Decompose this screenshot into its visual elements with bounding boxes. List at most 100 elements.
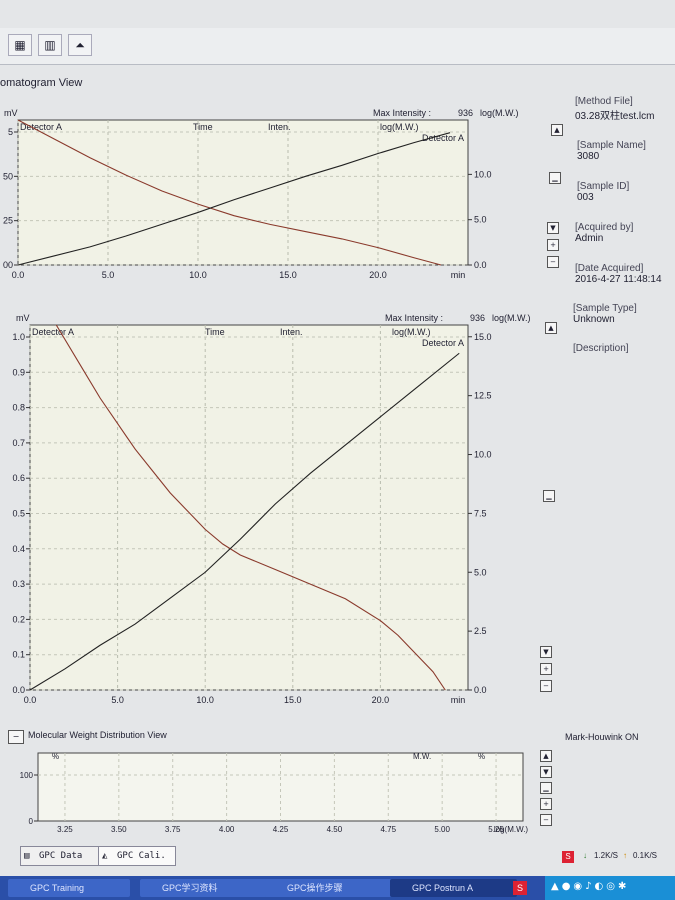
description-label: [Description] [573,343,629,354]
zoom-in-icon[interactable]: + [547,239,559,251]
scroll-bottom-icon[interactable]: ▁ [543,490,555,502]
upload-rate: 0.1K/S [633,851,658,860]
zoom-in-icon[interactable]: + [540,798,552,810]
x-tick-label: 0.0 [24,695,37,705]
zoom-in-icon[interactable]: + [540,663,552,675]
zoom-out-icon[interactable]: − [547,256,559,268]
tab-gpc-data[interactable]: ▤ GPC Data [20,846,110,866]
y-tick-label: 25 [3,216,13,226]
y-tick-label: 100 [20,771,34,780]
legend-inten: Inten. [280,327,303,337]
x-tick-label: 15.0 [279,270,297,280]
method-file-value: 03.28双柱test.lcm [575,111,655,122]
y-tick-label: 0.8 [12,403,25,413]
x-unit-label: log(M.W.) [494,825,529,834]
y-tick-label: 5 [8,127,13,137]
gpc-cali-icon: ◭ [102,851,108,861]
y-tick-label: 1.0 [12,332,25,342]
x-tick-label: 20.0 [372,695,390,705]
scroll-bottom-icon[interactable]: ▁ [540,782,552,794]
mw-distribution-chart: 3.25 3.50 3.75 4.00 4.25 4.50 4.75 5.00 5.25 log(… [0,745,540,840]
scroll-up-icon[interactable]: ▲ [551,124,563,136]
taskbar-item[interactable]: GPC操作步骤 [265,879,402,897]
tab-gpc-cali-label: GPC Cali. [117,851,166,861]
acquired-by-value: Admin [575,233,604,244]
y-tick-label: 0.0 [12,685,25,695]
acquired-by-block: [Acquired by] Admin [575,222,633,244]
sample-id-label: [Sample ID] [577,181,630,192]
y-tick-label: 50 [3,171,13,181]
y-tick-label: 0.6 [12,473,25,483]
security-tray-icon[interactable]: S [513,881,527,895]
x-unit-label: min [451,270,466,280]
taskbar: GPC Training GPC学习资料 GPC操作步骤 GPC Postrun… [0,876,675,900]
x-tick-label: 10.0 [196,695,214,705]
chromatogram-icon[interactable]: ▦ [8,34,32,56]
legend-detector-a: Detector A [32,327,74,337]
x-tick-label: 5.00 [434,825,450,834]
sample-id-block: [Sample ID] 003 [577,181,629,203]
x-tick-label: 3.75 [165,825,181,834]
x-tick-label: 4.75 [380,825,396,834]
scroll-down-icon[interactable]: ▼ [540,646,552,658]
collapse-icon[interactable]: − [8,730,24,744]
y-right-tick-label: 0.0 [474,260,487,270]
sample-type-block: [Sample Type] Unknown [573,303,637,325]
acquired-by-label: [Acquired by] [575,222,634,233]
peak-icon[interactable]: ⏶ [68,34,92,56]
x-tick-label: 4.00 [219,825,235,834]
sample-id-value: 003 [577,192,594,203]
y-tick-label: 0.4 [12,544,25,554]
max-intensity-value: 936 [470,313,485,323]
plot-area [37,752,524,822]
security-icon[interactable]: S [562,851,574,863]
scroll-down-icon[interactable]: ▼ [540,766,552,778]
plot-area [29,324,469,691]
y-right-tick-label: 7.5 [474,508,487,518]
plot-area [17,119,469,266]
mw-view-title: Molecular Weight Distribution View [28,730,167,740]
scroll-up-icon[interactable]: ▲ [545,322,557,334]
toolbar: ▦ ▥ ⏶ [0,28,675,65]
tray-icons[interactable]: ▲●◉♪◐◎✱ [551,881,629,892]
upload-arrow-icon: ↑ [623,851,627,860]
max-intensity-label: Max Intensity : [373,108,431,118]
zoom-out-icon[interactable]: − [540,814,552,826]
max-intensity-value: 936 [458,108,473,118]
y-unit-label: % [52,752,59,761]
y-tick-label: 0.7 [12,438,25,448]
x-tick-label: 10.0 [189,270,207,280]
y-tick-label: 0.9 [12,367,25,377]
scroll-down-icon[interactable]: ▼ [547,222,559,234]
x-tick-label: 5.0 [111,695,124,705]
taskbar-item[interactable]: GPC Training [8,879,130,897]
scroll-bottom-icon[interactable]: ▁ [549,172,561,184]
tab-gpc-cali[interactable]: ◭ GPC Cali. [98,846,176,866]
legend-logmw: log(M.W.) [380,122,419,132]
y-right-tick-label: 10.0 [474,169,492,179]
y-tick-label: 0.5 [12,509,25,519]
logmw-header: log(M.W.) [492,313,531,323]
bar-chart-icon[interactable]: ▥ [38,34,62,56]
date-acquired-value: 2016-4-27 11:48:14 [575,274,662,285]
y-right-tick-label: 10.0 [474,450,492,460]
taskbar-item[interactable]: GPC学习资料 [140,879,272,897]
legend-inten: Inten. [268,122,291,132]
download-arrow-icon: ↓ [583,851,587,860]
taskbar-item[interactable]: GPC Postrun A [390,879,517,897]
date-acquired-block: [Date Acquired] 2016-4-27 11:48:14 [575,263,662,285]
scroll-up-icon[interactable]: ▲ [540,750,552,762]
y-right-tick-label: 12.5 [474,391,492,401]
legend-time: Time [193,122,213,132]
x-tick-label: 3.25 [57,825,73,834]
sample-name-label: [Sample Name] [577,140,646,151]
logmw-header: log(M.W.) [480,108,519,118]
mark-houwink-status: Mark-Houwink ON [565,732,639,742]
x-tick-label: 4.25 [273,825,289,834]
zoom-out-icon[interactable]: − [540,680,552,692]
x-tick-label: 20.0 [369,270,387,280]
x-unit-label: min [451,695,466,705]
sample-type-value: Unknown [573,314,615,325]
y-unit-label: mV [16,313,30,323]
y-tick-label: 00 [3,260,13,270]
